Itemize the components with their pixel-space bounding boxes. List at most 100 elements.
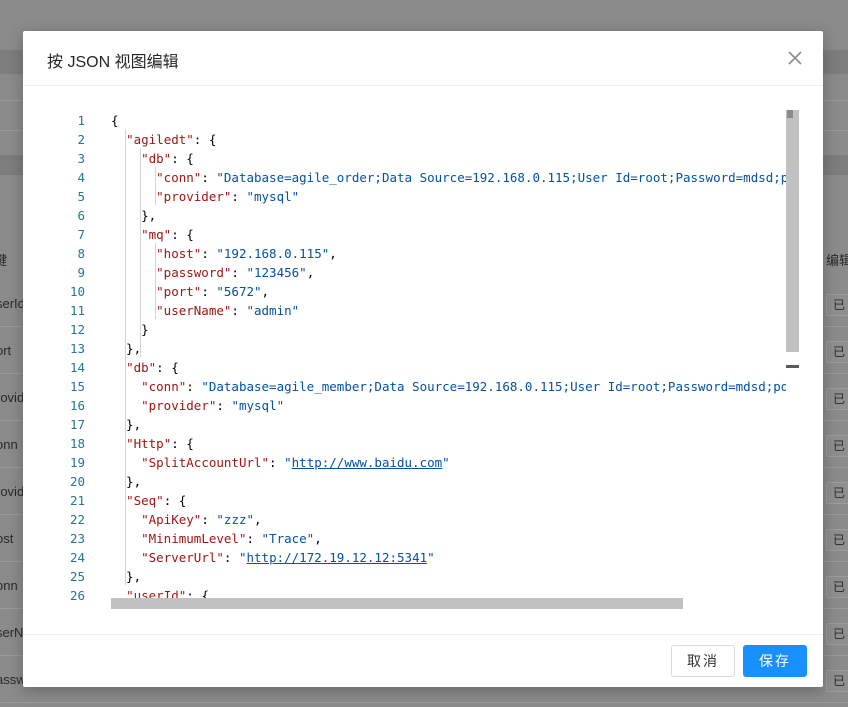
- json-key: "db": [126, 360, 157, 375]
- json-key: "conn": [141, 379, 187, 394]
- code-line[interactable]: }: [111, 320, 149, 339]
- json-punctuation: :: [231, 189, 247, 204]
- code-line[interactable]: "db": {: [111, 149, 194, 168]
- save-button[interactable]: 保存: [743, 645, 807, 677]
- line-number-gutter: 1 2 3 4 5 6 7 8 9 10 11 12 13 14 15 16 17 18 19 20 21 22 23 24 2…: [49, 110, 109, 609]
- json-punctuation: : {: [156, 360, 179, 375]
- line-number: 13: [69, 341, 85, 356]
- line-number: 16: [69, 398, 85, 413]
- background-row-button: 已: [826, 482, 848, 504]
- background-table-header-edit: 编辑: [826, 253, 848, 268]
- json-punctuation: },: [111, 474, 142, 489]
- json-punctuation: :: [246, 531, 262, 546]
- code-line[interactable]: },: [111, 567, 141, 586]
- json-punctuation: [111, 379, 141, 394]
- code-line[interactable]: "userName": "admin": [111, 301, 299, 320]
- code-line[interactable]: },: [111, 472, 141, 491]
- code-line[interactable]: {: [111, 111, 119, 130]
- json-punctuation: [111, 265, 156, 280]
- modal-header: 按 JSON 视图编辑: [23, 31, 823, 86]
- code-line[interactable]: "agiledt": {: [111, 130, 216, 149]
- json-punctuation: :: [223, 550, 239, 565]
- code-line[interactable]: "Http": {: [111, 434, 194, 453]
- code-line[interactable]: },: [111, 339, 141, 358]
- json-key: "mq": [141, 227, 172, 242]
- code-line[interactable]: "db": {: [111, 358, 179, 377]
- code-line[interactable]: },: [111, 415, 141, 434]
- modal-title: 按 JSON 视图编辑: [47, 54, 179, 71]
- json-punctuation: },: [111, 569, 142, 584]
- json-punctuation: [111, 151, 141, 166]
- background-row-button: 已: [826, 623, 848, 645]
- code-line[interactable]: "MinimumLevel": "Trace",: [111, 529, 322, 548]
- code-line[interactable]: "conn": "Database=agile_member;Data Sour…: [111, 377, 799, 396]
- code-area[interactable]: { "agiledt": { "db": { "conn": "Database…: [111, 110, 799, 609]
- code-line[interactable]: "port": "5672",: [111, 282, 269, 301]
- json-key: "provider": [156, 189, 232, 204]
- code-line[interactable]: "conn": "Database=agile_order;Data Sourc…: [111, 168, 799, 187]
- code-line[interactable]: "ServerUrl": "http://172.19.12.12:5341": [111, 548, 435, 567]
- line-number: 21: [69, 493, 85, 508]
- json-value: "Trace": [261, 531, 315, 546]
- line-number: 19: [69, 455, 85, 470]
- json-value: "mysql": [231, 398, 285, 413]
- json-punctuation: :: [201, 512, 217, 527]
- code-line[interactable]: "provider": "mysql": [111, 187, 299, 206]
- line-number: 18: [69, 436, 85, 451]
- background-row-button: 已: [826, 670, 848, 692]
- line-number: 10: [69, 284, 85, 299]
- json-punctuation: [111, 493, 126, 508]
- background-table-header-key: 键: [0, 253, 8, 268]
- code-line[interactable]: "mq": {: [111, 225, 194, 244]
- json-code-editor[interactable]: 1 2 3 4 5 6 7 8 9 10 11 12 13 14 15 16 17 18 19 20 21 22 23 24 2…: [49, 110, 799, 609]
- line-number: 2: [77, 132, 85, 147]
- json-key: "password": [156, 265, 232, 280]
- close-button[interactable]: [783, 46, 807, 70]
- horizontal-scrollbar-thumb[interactable]: [111, 598, 683, 609]
- json-punctuation: [111, 189, 156, 204]
- json-punctuation: :: [269, 455, 285, 470]
- code-line[interactable]: },: [111, 206, 156, 225]
- line-number: 8: [77, 246, 85, 261]
- line-number: 27: [49, 605, 85, 609]
- json-punctuation: [111, 550, 141, 565]
- json-punctuation: {: [111, 113, 119, 128]
- cancel-button[interactable]: 取消: [671, 645, 735, 677]
- json-punctuation: }: [111, 322, 149, 337]
- line-number: 20: [69, 474, 85, 489]
- json-value: "5672": [216, 284, 262, 299]
- code-line[interactable]: "host": "192.168.0.115",: [111, 244, 337, 263]
- json-punctuation: ,: [254, 512, 262, 527]
- json-key: "db": [141, 151, 172, 166]
- json-punctuation: ,: [306, 265, 315, 280]
- background-row-button: 已: [826, 341, 848, 363]
- vertical-scrollbar-thumb[interactable]: [786, 110, 799, 352]
- code-line[interactable]: "provider": "mysql": [111, 396, 284, 415]
- json-key: "ApiKey": [141, 512, 202, 527]
- code-line[interactable]: "SplitAccountUrl": "http://www.baidu.com…: [111, 453, 450, 472]
- json-punctuation: [111, 303, 156, 318]
- json-punctuation: :: [201, 246, 217, 261]
- line-number: 23: [69, 531, 85, 546]
- line-number: 15: [69, 379, 85, 394]
- json-value: "192.168.0.115": [216, 246, 330, 261]
- background-divider: [0, 702, 848, 703]
- json-punctuation: ,: [329, 246, 337, 261]
- json-key: "conn": [156, 170, 202, 185]
- modal-footer: 取消 保存: [23, 634, 823, 687]
- json-key: "MinimumLevel": [141, 531, 247, 546]
- line-number: 17: [69, 417, 85, 432]
- code-line[interactable]: "password": "123456",: [111, 263, 314, 282]
- json-value: ": [427, 550, 435, 565]
- line-number: 12: [69, 322, 85, 337]
- json-punctuation: :: [231, 303, 247, 318]
- json-key: "Http": [126, 436, 172, 451]
- background-row-button: 已: [826, 576, 848, 598]
- scrollbar-marker: [787, 110, 793, 118]
- line-number: 7: [77, 227, 85, 242]
- json-punctuation: },: [111, 341, 142, 356]
- json-key: "agiledt": [126, 132, 194, 147]
- json-key: "port": [156, 284, 202, 299]
- code-line[interactable]: "ApiKey": "zzz",: [111, 510, 262, 529]
- code-line[interactable]: "Seq": {: [111, 491, 186, 510]
